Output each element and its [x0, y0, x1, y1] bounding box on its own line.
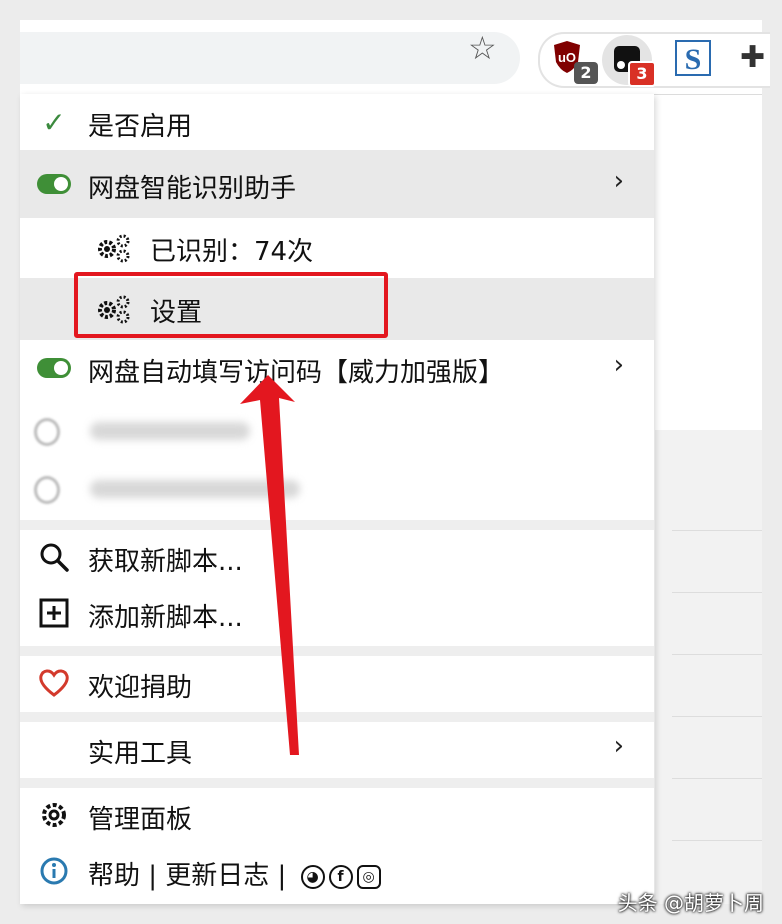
red-arrow-annotation: [240, 375, 299, 755]
watermark: 头条 @胡萝卜周: [617, 891, 764, 915]
